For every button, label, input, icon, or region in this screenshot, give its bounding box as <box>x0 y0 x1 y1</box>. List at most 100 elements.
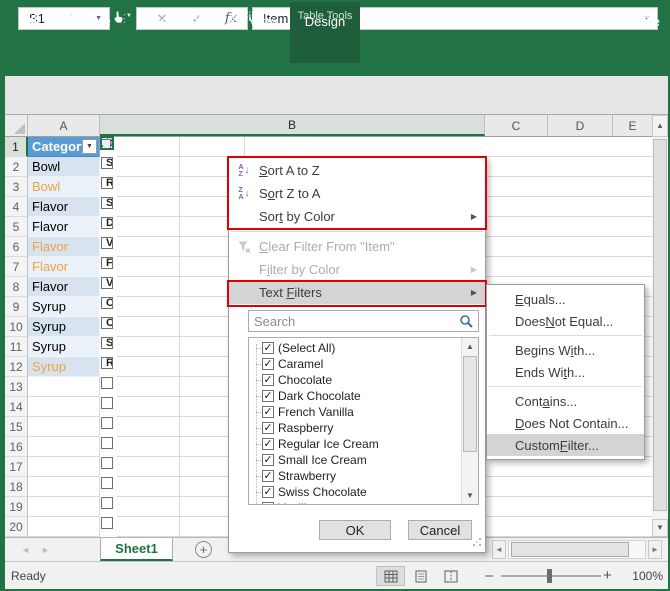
cell-A10[interactable]: Syrup <box>28 317 100 337</box>
checkbox-checked-icon[interactable]: ✓ <box>262 486 274 498</box>
row-header-17[interactable]: 17 <box>5 457 28 477</box>
row-header-6[interactable]: 6 <box>5 237 28 257</box>
horizontal-scroll-left-icon[interactable]: ◄ <box>492 540 506 559</box>
tab-view[interactable]: View <box>249 0 277 43</box>
checkbox-checked-icon[interactable]: ✓ <box>262 470 274 482</box>
row-header-2[interactable]: 2 <box>5 157 28 177</box>
submenu-item-custom-filter[interactable]: Custom Filter... <box>487 434 644 456</box>
checkbox-checked-icon[interactable]: ✓ <box>262 342 274 354</box>
submenu-item-does-not-equal[interactable]: Does Not Equal... <box>487 310 644 332</box>
undo-dropdown-icon[interactable]: ▼ <box>68 13 74 19</box>
sheet-nav-left-icon[interactable]: ◄ <box>21 538 30 561</box>
select-all-corner[interactable] <box>5 115 28 136</box>
category-filter-button[interactable]: ▼ <box>82 139 97 154</box>
filter-value-french-vanilla[interactable]: ✓French Vanilla <box>249 404 461 420</box>
vertical-scrollbar-thumb[interactable] <box>653 139 667 511</box>
row-header-4[interactable]: 4 <box>5 197 28 217</box>
cell-A8[interactable]: Flavor <box>28 277 100 297</box>
tell-me-box[interactable]: Tell me what you want to do <box>372 0 552 43</box>
cell-C4[interactable] <box>117 197 180 217</box>
row-header-11[interactable]: 11 <box>5 337 28 357</box>
vertical-scroll-up-icon[interactable]: ▲ <box>652 115 668 137</box>
ok-button[interactable]: OK <box>319 520 391 540</box>
resize-grip[interactable] <box>472 535 482 550</box>
row-header-5[interactable]: 5 <box>5 217 28 237</box>
cell-A11[interactable]: Syrup <box>28 337 100 357</box>
checkbox-checked-icon[interactable]: ✓ <box>262 454 274 466</box>
cell-A17[interactable] <box>28 457 100 477</box>
cell-A14[interactable] <box>28 397 100 417</box>
row-header-3[interactable]: 3 <box>5 177 28 197</box>
zoom-level[interactable]: 100% <box>617 562 663 589</box>
cell-A5[interactable]: Flavor <box>28 217 100 237</box>
submenu-item-does-not-contain[interactable]: Does Not Contain... <box>487 412 644 434</box>
page-break-preview-icon[interactable] <box>436 566 465 586</box>
row-header-15[interactable]: 15 <box>5 417 28 437</box>
cancel-button[interactable]: Cancel <box>408 520 472 540</box>
checkbox-checked-icon[interactable]: ✓ <box>262 422 274 434</box>
item-filter-button[interactable]: ▼ <box>101 139 111 149</box>
checkbox-checked-icon[interactable]: ✓ <box>262 502 274 505</box>
checkbox-checked-icon[interactable]: ✓ <box>262 406 274 418</box>
cell-A9[interactable]: Syrup <box>28 297 100 317</box>
cell-C5[interactable] <box>117 217 180 237</box>
menu-item-sort-a-to-z[interactable]: AZ↓Sort A to Z <box>229 159 485 182</box>
cell-A15[interactable] <box>28 417 100 437</box>
cell-B5[interactable]: Dark Chocolate <box>101 217 113 229</box>
list-scroll-up-icon[interactable]: ▲ <box>462 338 478 355</box>
horizontal-scrollbar-thumb[interactable] <box>511 542 629 557</box>
sheet-tab-sheet1[interactable]: Sheet1 <box>100 538 173 561</box>
cell-B12[interactable]: Raspberry <box>101 357 113 369</box>
cell-B1[interactable]: Item▼ <box>101 137 113 149</box>
tab-file[interactable]: File <box>20 0 41 43</box>
search-input[interactable] <box>249 311 478 331</box>
filter-value-caramel[interactable]: ✓Caramel <box>249 356 461 372</box>
cell-B14[interactable] <box>101 397 113 409</box>
checkbox-checked-icon[interactable]: ✓ <box>262 374 274 386</box>
row-header-1[interactable]: 1 <box>5 137 28 157</box>
cell-B10[interactable]: Caramel <box>101 317 113 329</box>
submenu-item-ends-with[interactable]: Ends With... <box>487 361 644 383</box>
row-header-19[interactable]: 19 <box>5 497 28 517</box>
tab-design[interactable]: Design <box>290 0 360 43</box>
vertical-scroll-down-icon[interactable]: ▼ <box>652 519 668 537</box>
row-header-16[interactable]: 16 <box>5 437 28 457</box>
tab-insert[interactable]: Insert <box>136 0 169 43</box>
cell-A16[interactable] <box>28 437 100 457</box>
column-header-C[interactable]: C <box>485 115 548 136</box>
zoom-in-icon[interactable]: + <box>603 562 612 589</box>
cell-C8[interactable] <box>117 277 180 297</box>
column-header-D[interactable]: D <box>548 115 613 136</box>
cell-C7[interactable] <box>117 257 180 277</box>
cell-A20[interactable] <box>28 517 100 537</box>
filter-value-strawberry[interactable]: ✓Strawberry <box>249 468 461 484</box>
cell-C15[interactable] <box>117 417 180 437</box>
column-header-B[interactable]: B <box>100 115 485 136</box>
filter-value-select-all[interactable]: ✓(Select All) <box>249 340 461 356</box>
cell-A19[interactable] <box>28 497 100 517</box>
cell-A7[interactable]: Flavor <box>28 257 100 277</box>
cell-B20[interactable] <box>101 517 113 529</box>
touch-mode-icon[interactable] <box>108 7 127 26</box>
menu-item-sort-z-to-a[interactable]: ZA↓Sort Z to A <box>229 182 485 205</box>
tab-home[interactable]: Home <box>76 0 111 43</box>
touch-mode-dropdown-icon[interactable]: ▼ <box>126 13 132 19</box>
cell-A2[interactable]: Bowl <box>28 157 100 177</box>
horizontal-scrollbar[interactable] <box>508 540 646 559</box>
cell-B4[interactable]: Swiss Chocolate <box>101 197 113 209</box>
filter-value-swiss-chocolate[interactable]: ✓Swiss Chocolate <box>249 484 461 500</box>
cell-A12[interactable]: Syrup <box>28 357 100 377</box>
cell-C18[interactable] <box>117 477 180 497</box>
cell-B3[interactable]: Regular Ice Cream <box>101 177 113 189</box>
filter-value-vanilla[interactable]: ✓Vanilla <box>249 500 461 505</box>
cell-C6[interactable] <box>117 237 180 257</box>
cell-C10[interactable] <box>117 317 180 337</box>
submenu-item-contains[interactable]: Contains... <box>487 390 644 412</box>
list-scroll-down-icon[interactable]: ▼ <box>462 487 478 504</box>
cell-B8[interactable]: Vanilla <box>101 277 113 289</box>
filter-value-small-ice-cream[interactable]: ✓Small Ice Cream <box>249 452 461 468</box>
cell-C3[interactable] <box>117 177 180 197</box>
submenu-item-equals[interactable]: Equals... <box>487 288 644 310</box>
menu-item-sort-by-color[interactable]: Sort by Color▶ <box>229 205 485 228</box>
zoom-out-icon[interactable]: – <box>485 562 493 589</box>
